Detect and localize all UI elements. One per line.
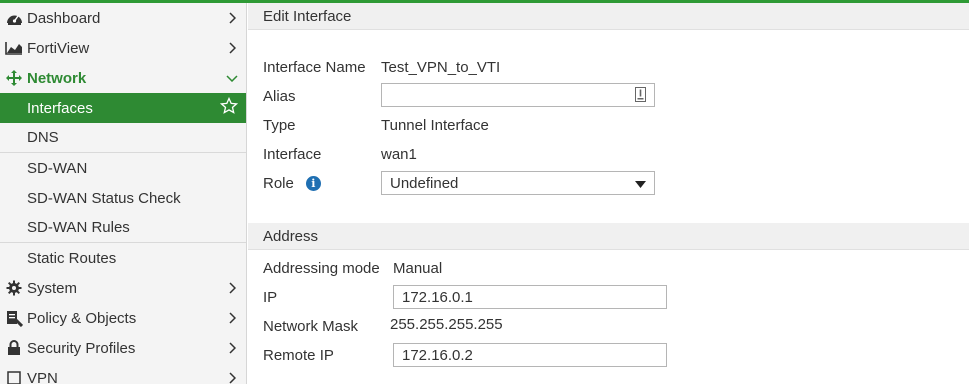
interface-label: Interface [263, 145, 322, 163]
sidebar-item-label: VPN [27, 369, 58, 384]
ip-input[interactable]: 172.16.0.1 [393, 285, 667, 309]
ip-label: IP [263, 288, 278, 306]
chevron-right-icon [226, 12, 238, 24]
sidebar-item-fortiview[interactable]: FortiView [0, 33, 246, 63]
sidebar-subitem-dns[interactable]: DNS [0, 123, 246, 153]
chevron-right-icon [226, 42, 238, 54]
interface-name-value: Test_VPN_to_VTI [381, 59, 501, 76]
sidebar-item-label: Dashboard [27, 9, 101, 27]
sidebar-subitem-sdwan[interactable]: SD-WAN [0, 153, 246, 183]
remote-ip-label: Remote IP [263, 346, 334, 364]
network-mask-value: 255.255.255.255 [390, 316, 503, 333]
sidebar-subitem-sdwan-rules[interactable]: SD-WAN Rules [0, 213, 246, 243]
role-label: Role [263, 174, 294, 192]
chevron-right-icon [226, 372, 238, 384]
sidebar-item-label: Policy & Objects [27, 309, 137, 327]
sidebar-item-label: Security Profiles [27, 339, 136, 357]
role-select[interactable]: Undefined [381, 171, 655, 195]
sidebar-subitem-label: SD-WAN [27, 159, 88, 177]
type-label: Type [263, 116, 296, 134]
star-icon[interactable] [219, 96, 239, 119]
chevron-right-icon [226, 312, 238, 324]
chevron-right-icon [226, 342, 238, 354]
sidebar-item-label: FortiView [27, 39, 90, 57]
role-select-value: Undefined [390, 174, 459, 192]
alias-label: Alias [263, 87, 296, 105]
sidebar-subitem-label: Static Routes [27, 249, 117, 267]
sidebar-item-label: Network [27, 69, 87, 87]
alias-input[interactable] [381, 83, 655, 107]
role-row: Role i [263, 170, 321, 196]
interface-value: wan1 [381, 146, 417, 163]
sidebar-item-vpn[interactable]: VPN [0, 363, 246, 384]
dashboard-icon [5, 9, 23, 27]
policy-icon [5, 309, 23, 327]
type-row: Type [263, 112, 296, 138]
edit-interface-header: Edit Interface [248, 3, 969, 30]
ip-row: IP [263, 284, 277, 310]
remote-ip-row: Remote IP [263, 342, 334, 368]
sidebar-item-label: System [27, 279, 78, 297]
network-mask-row: Network Mask [263, 313, 358, 339]
sidebar-subitem-label: SD-WAN Status Check [27, 189, 181, 207]
caret-down-icon [635, 175, 646, 192]
gear-icon [5, 279, 23, 297]
vpn-icon [5, 369, 23, 384]
sidebar-subitem-sdwan-status-check[interactable]: SD-WAN Status Check [0, 183, 246, 213]
edit-interface-panel: Edit Interface Interface Name Test_VPN_t… [248, 3, 969, 384]
sidebar-item-policy-objects[interactable]: Policy & Objects [0, 303, 246, 333]
interface-name-row: Interface Name [263, 54, 366, 80]
lock-icon [5, 339, 23, 357]
chevron-right-icon [226, 282, 238, 294]
interface-row: Interface [263, 141, 321, 167]
sidebar-subitem-interfaces[interactable]: Interfaces [0, 93, 246, 123]
addressing-mode-row: Addressing mode [263, 255, 380, 281]
sidebar-subitem-label: Interfaces [27, 99, 93, 117]
addressing-mode-value[interactable]: Manual [393, 260, 442, 277]
sidebar-subitem-label: DNS [27, 129, 59, 146]
text-entry-icon [635, 87, 646, 105]
network-icon [5, 69, 23, 87]
alias-row: Alias [263, 83, 296, 109]
chart-icon [5, 39, 23, 57]
sidebar-subitem-static-routes[interactable]: Static Routes [0, 243, 246, 273]
address-header: Address [248, 223, 969, 250]
sidebar-item-network[interactable]: Network [0, 63, 246, 93]
interface-name-label: Interface Name [263, 58, 366, 76]
network-mask-label: Network Mask [263, 317, 359, 335]
sidebar: Dashboard FortiView Network Interfaces D… [0, 3, 247, 384]
chevron-down-icon [226, 72, 238, 84]
sidebar-item-security-profiles[interactable]: Security Profiles [0, 333, 246, 363]
sidebar-item-dashboard[interactable]: Dashboard [0, 3, 246, 33]
sidebar-subitem-label: SD-WAN Rules [27, 219, 130, 236]
sidebar-item-system[interactable]: System [0, 273, 246, 303]
type-value: Tunnel Interface [381, 117, 489, 134]
addressing-mode-label: Addressing mode [263, 259, 380, 277]
remote-ip-input[interactable]: 172.16.0.2 [393, 343, 667, 367]
info-icon[interactable]: i [305, 175, 321, 191]
